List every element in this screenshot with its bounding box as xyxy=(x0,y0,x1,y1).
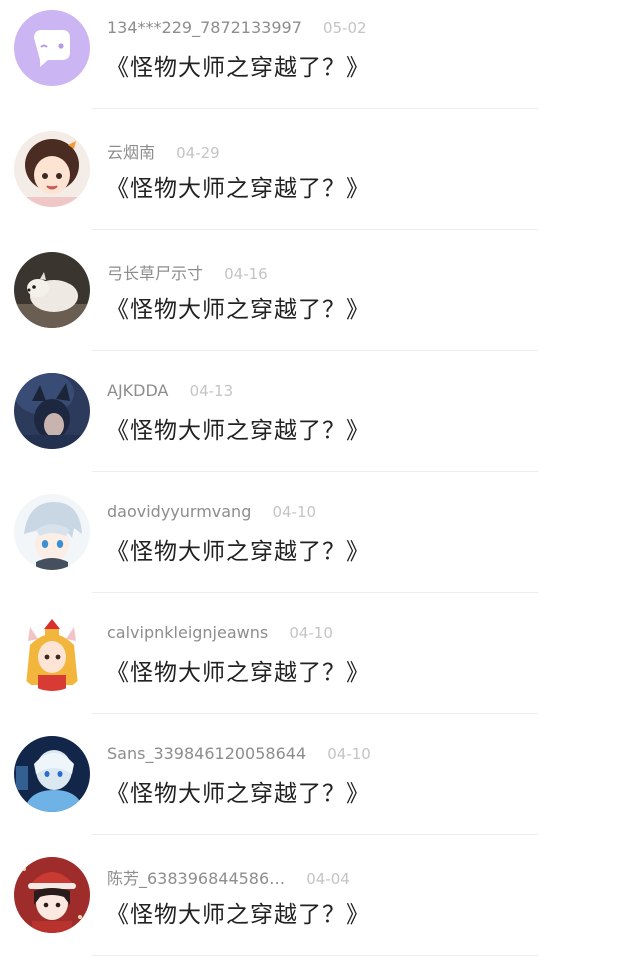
book-title[interactable]: 《怪物大师之穿越了？》 xyxy=(106,895,370,929)
list-item[interactable]: Sans_339846120058644 04-10 《怪物大师之穿越了？》 xyxy=(0,726,640,847)
comment-date: 04-16 xyxy=(224,265,268,283)
comment-meta: AJKDDA 04-13 xyxy=(107,381,233,405)
list-item[interactable]: 云烟南 04-29 《怪物大师之穿越了？》 xyxy=(0,121,640,242)
book-title[interactable]: 《怪物大师之穿越了？》 xyxy=(106,169,370,203)
comment-date: 04-13 xyxy=(189,382,234,400)
avatar[interactable] xyxy=(14,131,90,207)
comment-date: 04-29 xyxy=(176,144,220,162)
comment-date: 05-02 xyxy=(322,19,367,37)
silver-hair-icon xyxy=(14,494,90,570)
avatar[interactable] xyxy=(14,857,90,933)
user-name[interactable]: 云烟南 xyxy=(107,143,155,162)
avatar[interactable] xyxy=(14,615,90,691)
divider xyxy=(92,229,538,230)
list-item[interactable]: 弓长草尸示寸 04-16 《怪物大师之穿越了？》 xyxy=(0,242,640,363)
list-item[interactable]: daovidyyurmvang 04-10 《怪物大师之穿越了？》 xyxy=(0,484,640,605)
book-title[interactable]: 《怪物大师之穿越了？》 xyxy=(106,48,370,82)
divider xyxy=(92,713,538,714)
book-title[interactable]: 《怪物大师之穿越了？》 xyxy=(106,411,370,445)
avatar[interactable] xyxy=(14,252,90,328)
chat-bubble-icon xyxy=(14,10,90,86)
anime-girl-icon xyxy=(14,131,90,207)
divider xyxy=(92,955,538,956)
red-hat-girl-icon xyxy=(14,857,90,933)
list-item[interactable]: calvipnkleignjeawns 04-10 《怪物大师之穿越了？》 xyxy=(0,605,640,726)
divider xyxy=(92,350,538,351)
avatar[interactable] xyxy=(14,373,90,449)
avatar[interactable] xyxy=(14,10,90,86)
divider xyxy=(92,471,538,472)
user-name[interactable]: 陈芳_638396844586… xyxy=(107,869,285,888)
user-name[interactable]: Sans_339846120058644 xyxy=(107,744,306,763)
comment-meta: daovidyyurmvang 04-10 xyxy=(107,502,316,526)
list-item[interactable]: 134***229_7872133997 05-02 《怪物大师之穿越了？》 xyxy=(0,0,640,121)
comment-meta: 陈芳_638396844586… 04-04 xyxy=(107,865,350,889)
comment-meta: 弓长草尸示寸 04-16 xyxy=(107,260,268,284)
comment-date: 04-10 xyxy=(327,745,371,763)
comment-meta: calvipnkleignjeawns 04-10 xyxy=(107,623,333,647)
user-name[interactable]: daovidyyurmvang xyxy=(107,502,251,521)
golden-queen-icon xyxy=(14,615,90,691)
comment-meta: 134***229_7872133997 05-02 xyxy=(107,18,367,42)
user-name[interactable]: 弓长草尸示寸 xyxy=(107,264,203,283)
book-title[interactable]: 《怪物大师之穿越了？》 xyxy=(106,290,370,324)
comment-meta: Sans_339846120058644 04-10 xyxy=(107,744,371,768)
user-name[interactable]: calvipnkleignjeawns xyxy=(107,623,268,642)
list-item[interactable]: AJKDDA 04-13 《怪物大师之穿越了？》 xyxy=(0,363,640,484)
book-title[interactable]: 《怪物大师之穿越了？》 xyxy=(106,532,370,566)
dark-anime-icon xyxy=(14,373,90,449)
list-item[interactable]: 陈芳_638396844586… 04-04 《怪物大师之穿越了？》 xyxy=(0,847,640,968)
book-title[interactable]: 《怪物大师之穿越了？》 xyxy=(106,653,370,687)
avatar[interactable] xyxy=(14,494,90,570)
white-fox-icon xyxy=(14,252,90,328)
comment-date: 04-04 xyxy=(306,870,350,888)
avatar[interactable] xyxy=(14,736,90,812)
user-name[interactable]: 134***229_7872133997 xyxy=(107,18,302,37)
user-name[interactable]: AJKDDA xyxy=(107,381,168,400)
comment-date: 04-10 xyxy=(272,503,317,521)
divider xyxy=(92,834,538,835)
divider xyxy=(92,108,538,109)
blue-hood-icon xyxy=(14,736,90,812)
comment-date: 04-10 xyxy=(289,624,333,642)
book-title[interactable]: 《怪物大师之穿越了？》 xyxy=(106,774,370,808)
divider xyxy=(92,592,538,593)
comment-meta: 云烟南 04-29 xyxy=(107,139,220,163)
